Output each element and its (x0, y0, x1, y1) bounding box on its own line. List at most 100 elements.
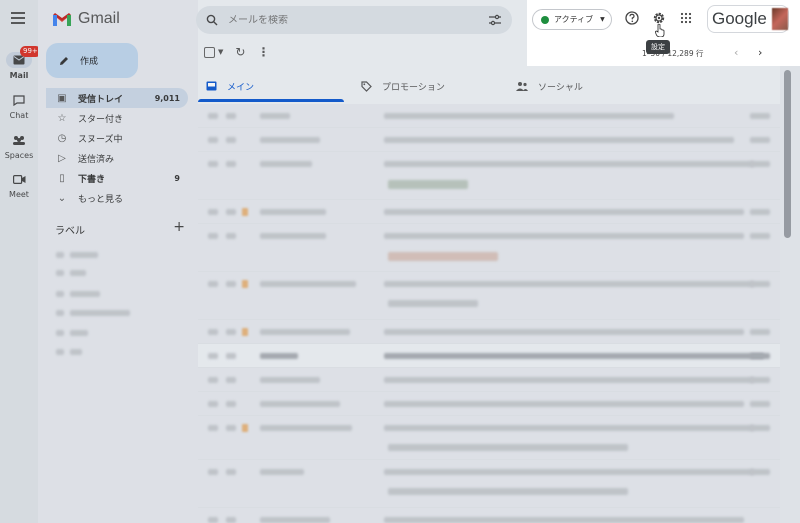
message-row[interactable] (198, 392, 780, 416)
labels-header: ラベル + (55, 220, 185, 237)
label-item[interactable] (56, 268, 86, 278)
message-row[interactable] (198, 460, 780, 508)
tab-primary[interactable]: メイン (198, 70, 353, 102)
google-wordmark: Google (712, 9, 767, 28)
clock-icon: ◷ (57, 132, 67, 144)
rail-item-mail[interactable]: 99+ Mail (0, 46, 41, 80)
meet-icon (6, 171, 32, 187)
scrollbar-thumb[interactable] (784, 70, 791, 238)
pencil-icon (60, 56, 68, 65)
help-icon[interactable] (625, 11, 639, 25)
status-label: アクティブ (554, 15, 594, 24)
inbox-icon (206, 81, 217, 91)
apps-grid-icon[interactable] (680, 12, 692, 24)
add-label-icon[interactable]: + (173, 220, 185, 237)
list-toolbar: ▼ ↻ ⋮ (204, 45, 269, 59)
rail-label-meet: Meet (9, 190, 29, 199)
search-bar (196, 6, 512, 34)
tab-social[interactable]: ソーシャル (508, 70, 663, 102)
inbox-icon: ▣ (57, 92, 67, 104)
select-all-checkbox[interactable]: ▼ (204, 46, 224, 58)
sidebar-item-drafts[interactable]: ▯ 下書き 9 (46, 168, 188, 188)
label-item[interactable] (56, 308, 130, 318)
labels-heading: ラベル (55, 226, 85, 237)
main-menu-icon[interactable] (11, 12, 25, 24)
rail-label-spaces: Spaces (4, 151, 34, 160)
pagination-info: 1–50 / 12,289 行 (642, 49, 704, 58)
message-row[interactable] (198, 508, 780, 523)
caret-down-icon: ▼ (600, 16, 605, 23)
refresh-icon[interactable]: ↻ (235, 45, 245, 59)
search-input[interactable] (228, 14, 458, 26)
search-options-icon[interactable] (488, 14, 502, 26)
avatar (771, 8, 788, 30)
message-row[interactable] (198, 128, 780, 152)
message-row[interactable] (198, 224, 780, 272)
tab-label: ソーシャル (538, 82, 583, 93)
sidebar-item-label: スター付き (78, 114, 124, 125)
chevron-down-icon: ⌄ (57, 192, 67, 204)
spaces-icon (6, 132, 32, 148)
message-row[interactable] (198, 344, 780, 368)
rail-label-chat: Chat (9, 111, 29, 120)
gear-icon[interactable] (652, 11, 666, 25)
draft-count: 9 (174, 173, 180, 183)
sidebar-item-snoozed[interactable]: ◷ スヌーズ中 (46, 128, 188, 148)
label-item[interactable] (56, 328, 88, 338)
message-list (198, 104, 780, 523)
google-account-button[interactable]: Google (707, 5, 789, 33)
message-row[interactable] (198, 104, 780, 128)
sidebar-item-sent[interactable]: ▷ 送信済み (46, 148, 188, 168)
label-item[interactable] (56, 347, 82, 357)
label-item[interactable] (56, 289, 100, 299)
label-item[interactable] (56, 250, 98, 260)
send-icon: ▷ (58, 152, 66, 164)
more-vert-icon[interactable]: ⋮ (257, 45, 269, 59)
status-selector[interactable]: アクティブ ▼ (532, 9, 612, 30)
mail-icon: 99+ (6, 46, 41, 68)
message-row[interactable] (198, 368, 780, 392)
app-name: Gmail (78, 10, 120, 27)
tag-icon (361, 80, 372, 92)
draft-icon: ▯ (59, 172, 65, 184)
message-row[interactable] (198, 272, 780, 320)
tab-label: メイン (227, 82, 255, 93)
rail-item-meet[interactable]: Meet (0, 171, 38, 199)
chevron-right-icon[interactable]: › (758, 46, 762, 59)
sidebar-item-starred[interactable]: ☆ スター付き (46, 108, 188, 128)
gmail-m-icon (53, 12, 71, 26)
rail-item-spaces[interactable]: Spaces (0, 132, 38, 160)
rail-item-chat[interactable]: Chat (0, 92, 38, 120)
sidebar-item-inbox[interactable]: ▣ 受信トレイ 9,011 (46, 88, 188, 108)
chevron-left-icon[interactable]: ‹ (734, 46, 738, 59)
compose-button[interactable]: 作成 (46, 43, 138, 78)
tab-promotions[interactable]: プロモーション (353, 70, 508, 102)
sidebar-nav: ▣ 受信トレイ 9,011 ☆ スター付き ◷ スヌーズ中 ▷ 送信済み ▯ 下… (46, 88, 188, 208)
checkbox-icon (204, 46, 215, 58)
caret-down-icon: ▼ (218, 48, 224, 56)
category-tabs: メイン プロモーション ソーシャル (198, 70, 780, 102)
compose-label: 作成 (80, 57, 99, 67)
message-row[interactable] (198, 416, 780, 460)
sidebar-item-label: 送信済み (78, 154, 115, 165)
star-icon: ☆ (57, 112, 67, 124)
rail-label-mail: Mail (9, 71, 29, 80)
sidebar-item-label: もっと見る (78, 194, 124, 205)
message-row[interactable] (198, 320, 780, 344)
sidebar-item-label: スヌーズ中 (78, 134, 123, 145)
chat-icon (6, 92, 32, 108)
hand-cursor-icon (655, 24, 665, 37)
sidebar-item-label: 下書き (78, 174, 106, 185)
header-actions-panel: アクティブ ▼ Google 設定 1–50 / 12,289 行 ‹ › (527, 0, 800, 66)
search-icon[interactable] (206, 14, 218, 26)
active-status-dot (541, 15, 549, 24)
tab-label: プロモーション (382, 82, 445, 93)
sidebar: Gmail 作成 ▣ 受信トレイ 9,011 ☆ スター付き ◷ スヌーズ中 ▷… (38, 0, 198, 523)
people-icon (516, 82, 528, 91)
message-row[interactable] (198, 200, 780, 224)
sidebar-item-more[interactable]: ⌄ もっと見る (46, 188, 188, 208)
sidebar-item-label: 受信トレイ (78, 94, 124, 105)
unread-count: 9,011 (154, 93, 180, 103)
message-row[interactable] (198, 152, 780, 200)
gmail-logo[interactable]: Gmail (52, 10, 120, 28)
